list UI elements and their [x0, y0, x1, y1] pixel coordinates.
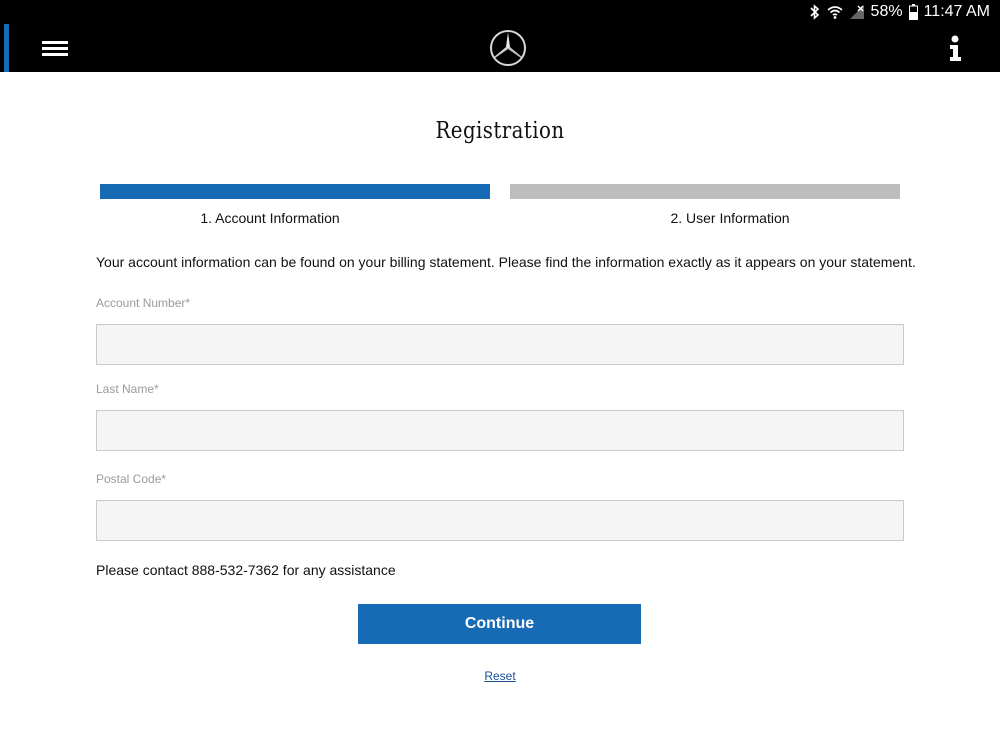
battery-icon — [908, 4, 918, 20]
account-number-input[interactable] — [96, 324, 904, 365]
intro-text: Your account information can be found on… — [96, 254, 916, 270]
postal-code-label: Postal Code* — [96, 472, 167, 486]
clock: 11:47 AM — [923, 3, 990, 20]
three-pointed-star-logo — [488, 28, 528, 68]
step-2-progress-bar — [510, 184, 900, 199]
continue-button[interactable]: Continue — [358, 604, 641, 644]
step-1-progress-bar — [100, 184, 490, 199]
page-title: Registration — [435, 118, 565, 144]
wifi-icon — [827, 4, 843, 20]
status-icons: 58% 11:47 AM — [809, 2, 990, 22]
battery-percent: 58% — [870, 3, 903, 20]
account-number-label: Account Number* — [96, 296, 191, 310]
no-signal-icon — [849, 4, 865, 20]
step-1-label: 1. Account Information — [200, 210, 340, 226]
hamburger-menu-icon[interactable] — [38, 34, 72, 62]
reset-link[interactable]: Reset — [484, 669, 515, 683]
app-bar-accent — [4, 24, 9, 72]
assistance-text: Please contact 888-532-7362 for any assi… — [96, 562, 396, 578]
last-name-input[interactable] — [96, 410, 904, 451]
postal-code-input[interactable] — [96, 500, 904, 541]
last-name-label: Last Name* — [96, 382, 159, 396]
reset-link-container: Reset — [0, 669, 1000, 683]
step-2-label: 2. User Information — [670, 210, 790, 226]
bluetooth-icon — [809, 4, 821, 20]
app-bar — [0, 24, 1000, 72]
status-bar: 58% 11:47 AM — [0, 0, 1000, 24]
info-icon[interactable] — [940, 32, 970, 64]
